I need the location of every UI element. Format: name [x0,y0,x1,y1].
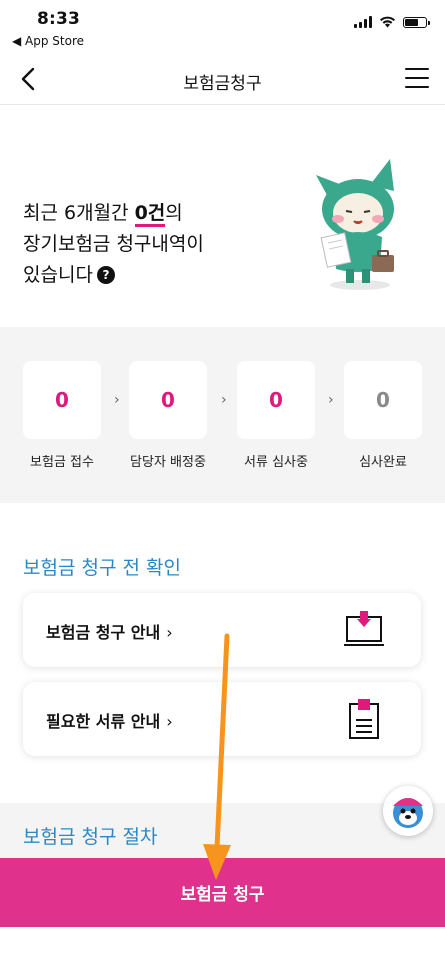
step-count: 0 [23,361,101,439]
status-time: 8:33 [37,9,81,29]
step-label: 담당자 배정중 [130,455,206,470]
home-indicator-area [0,927,445,963]
pre-claim-check-section: 보험금 청구 전 확인 보험금 청구 안내 › 필요한 서류 안내 › [0,503,445,803]
claim-status-steps: 0 보험금 접수 › 0 담당자 배정중 › 0 서류 심사중 › 0 심사완료 [0,327,445,503]
laptop-download-icon [344,611,384,646]
signal-icon [354,16,372,28]
step-count: 0 [237,361,315,439]
mascot-illustration [316,159,394,290]
submit-claim-button[interactable]: 보험금 청구 [0,858,445,927]
hero-line-3-text: 있습니다 [23,264,93,286]
wifi-icon [380,16,395,28]
chatbot-button[interactable] [383,786,433,836]
hero-line-1-suffix: 의 [165,202,183,224]
step-completed[interactable]: 0 심사완료 [344,361,422,470]
status-bar: 8:33 ◀ App Store [0,0,445,54]
step-count: 0 [344,361,422,439]
claim-guide-card[interactable]: 보험금 청구 안내 › [23,593,421,667]
card-label-text: 보험금 청구 안내 [46,623,161,642]
help-icon[interactable]: ? [96,266,115,284]
navigation-bar: 보험금청구 [0,54,445,105]
chevron-right-icon: › [166,712,173,731]
claim-history-text: 최근 6개월간 0건의 장기보험금 청구내역이 있습니다? [23,198,204,291]
claim-count: 0건 [134,202,166,227]
card-label: 필요한 서류 안내 › [46,708,173,732]
chevron-right-icon: › [166,623,173,642]
page-title: 보험금청구 [183,74,262,94]
hero-line-2: 장기보험금 청구내역이 [23,233,204,255]
step-count: 0 [129,361,207,439]
claim-procedure-title: 보험금 청구 절차 [23,826,158,848]
card-label-text: 필요한 서류 안내 [46,712,161,731]
document-icon [349,699,379,739]
hamburger-menu-icon[interactable] [405,68,429,88]
step-label: 보험금 접수 [30,455,94,470]
step-arrow-icon: › [114,392,120,408]
back-to-app-store-link[interactable]: ◀ App Store [12,34,84,48]
required-documents-card[interactable]: 필요한 서류 안내 › [23,682,421,756]
step-received[interactable]: 0 보험금 접수 [23,361,101,470]
claim-history-summary: 최근 6개월간 0건의 장기보험금 청구내역이 있습니다? [0,105,445,327]
hero-line-1: 최근 6개월간 0건의 [23,198,204,229]
step-arrow-icon: › [221,392,227,408]
hero-line-1-prefix: 최근 6개월간 [23,202,135,224]
battery-icon [403,17,430,28]
card-label: 보험금 청구 안내 › [46,619,173,643]
section-title: 보험금 청구 전 확인 [23,557,181,579]
step-arrow-icon: › [328,392,334,408]
step-label: 심사완료 [359,455,407,470]
step-reviewing[interactable]: 0 서류 심사중 [237,361,315,470]
step-label: 서류 심사중 [244,455,308,470]
status-icons [354,16,430,28]
hero-line-3: 있습니다? [23,260,204,291]
step-assigning[interactable]: 0 담당자 배정중 [129,361,207,470]
